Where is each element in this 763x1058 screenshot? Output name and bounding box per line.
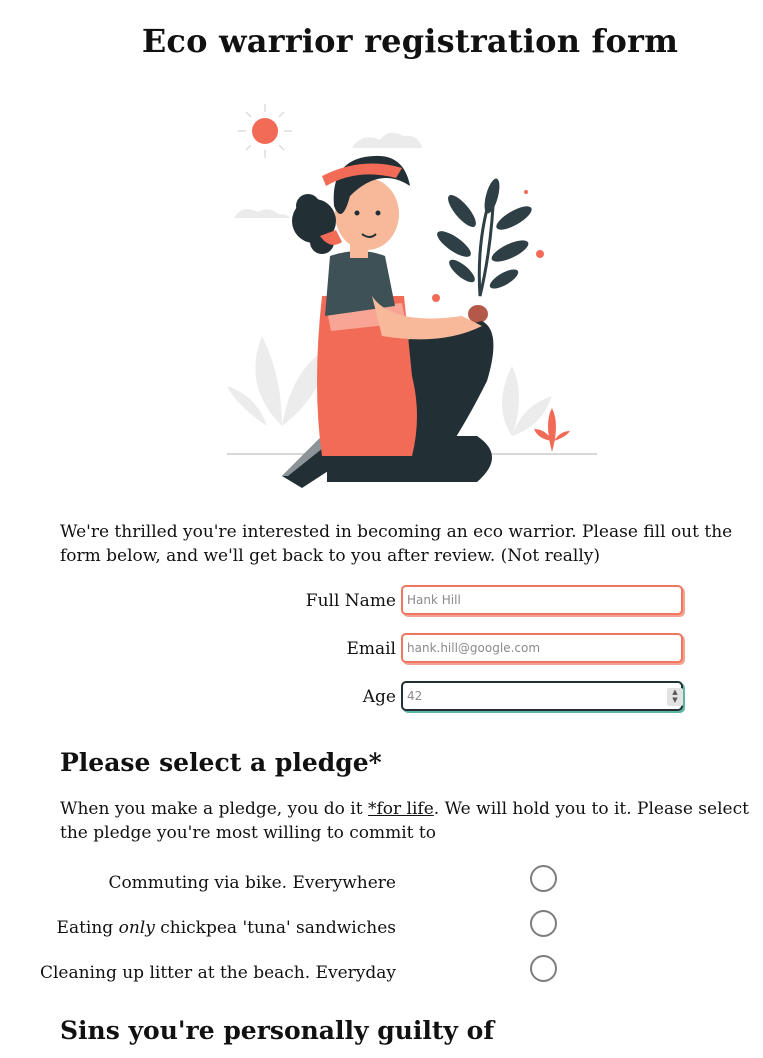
pledge-option-chickpea: Eating only chickpea 'tuna' sandwiches (0, 910, 763, 944)
pledge-option-litter: Cleaning up litter at the beach. Everyda… (0, 955, 763, 989)
page-title: Eco warrior registration form (141, 22, 679, 60)
sins-heading: Sins you're personally guilty of (60, 1016, 495, 1045)
pledge-radio-litter[interactable] (530, 955, 557, 982)
pledge-option-label-pre: Eating (56, 918, 119, 938)
intro-text: We're thrilled you're interested in beco… (60, 522, 733, 566)
for-life-link[interactable]: *for life (368, 799, 434, 819)
pledge-option-label: Eating only chickpea 'tuna' sandwiches (57, 918, 396, 938)
age-row: Age ▲ ▼ (0, 681, 763, 717)
age-spinner[interactable]: ▲ ▼ (667, 688, 683, 706)
full-name-label: Full Name (305, 591, 396, 611)
age-label: Age (362, 687, 396, 707)
pledge-option-label: Commuting via bike. Everywhere (108, 873, 396, 893)
pledge-option-label: Cleaning up litter at the beach. Everyda… (39, 963, 396, 983)
chevron-up-icon[interactable]: ▲ (667, 688, 683, 696)
pledge-heading: Please select a pledge* (60, 748, 382, 777)
full-name-row: Full Name (0, 585, 763, 621)
pledge-description: When you make a pledge, you do it *for l… (60, 797, 750, 845)
eco-warrior-illustration (227, 104, 597, 488)
pledge-option-label-post: chickpea 'tuna' sandwiches (154, 918, 396, 938)
pledge-desc-text: When you make a pledge, you do it (60, 799, 368, 819)
email-label: Email (346, 639, 396, 659)
pledge-option-label-em: only (118, 918, 155, 938)
pledge-option-bike: Commuting via bike. Everywhere (0, 865, 763, 899)
registration-page: Eco warrior registration form We're thri… (0, 0, 763, 1058)
full-name-input[interactable] (401, 585, 683, 615)
email-input[interactable] (401, 633, 683, 663)
age-input[interactable] (401, 681, 683, 711)
pledge-radio-chickpea[interactable] (530, 910, 557, 937)
email-row: Email (0, 633, 763, 669)
chevron-down-icon[interactable]: ▼ (667, 696, 683, 704)
pledge-radio-bike[interactable] (530, 865, 557, 892)
